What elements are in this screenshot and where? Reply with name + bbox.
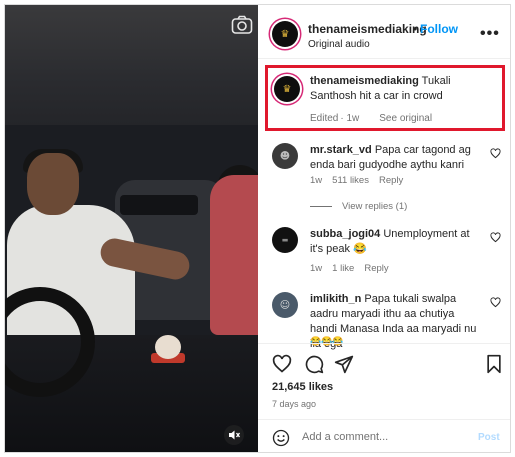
commenter-avatar[interactable]: ☺: [272, 292, 298, 318]
commenter-avatar[interactable]: ▬: [272, 227, 298, 253]
comment-age: 1w: [310, 175, 323, 186]
comment-meta: 1w 511 likes Reply: [310, 175, 413, 186]
commenter-avatar[interactable]: ☻: [272, 143, 298, 169]
comment-likes[interactable]: 1 like: [332, 263, 354, 274]
crown-logo-icon: ♛: [280, 28, 290, 40]
like-heart-icon[interactable]: [490, 148, 501, 159]
follow-button[interactable]: Follow: [420, 22, 458, 36]
comment-bubble-icon[interactable]: [304, 354, 324, 374]
author-username[interactable]: thenameismediaking: [308, 22, 427, 36]
user-photo-icon: ☺: [279, 299, 291, 311]
post-header: ♛ thenameismediaking • Follow Original a…: [258, 5, 510, 59]
reply-button[interactable]: Reply: [364, 263, 388, 274]
comment-username[interactable]: subba_jogi04: [310, 228, 380, 240]
like-heart-icon[interactable]: [272, 354, 292, 374]
caption-highlight: ♛ thenameismediaking Tukali Santhosh hit…: [265, 65, 505, 131]
user-photo-icon: ▬: [281, 236, 289, 244]
comment-text: mr.stark_vd Papa car tagond ag enda bari…: [310, 144, 471, 171]
audio-label[interactable]: Original audio: [308, 39, 370, 50]
caption-avatar[interactable]: ♛: [274, 76, 300, 102]
comment-likes[interactable]: 511 likes: [332, 175, 369, 186]
reel-video[interactable]: [5, 5, 258, 452]
save-bookmark-icon[interactable]: [484, 354, 504, 374]
share-paper-plane-icon[interactable]: [334, 354, 354, 374]
view-replies-button[interactable]: View replies (1): [310, 201, 407, 212]
post-timestamp[interactable]: 7 days ago: [272, 399, 316, 409]
comment-username[interactable]: imlikith_n: [310, 293, 361, 305]
reply-button[interactable]: Reply: [379, 175, 403, 186]
user-photo-icon: ☻: [279, 150, 291, 162]
like-heart-icon[interactable]: [490, 232, 501, 243]
more-options-icon[interactable]: •••: [480, 25, 500, 43]
comment-username[interactable]: mr.stark_vd: [310, 144, 372, 156]
comment-composer: Post: [258, 419, 510, 452]
edited-label: Edited · 1w: [310, 113, 360, 124]
post-modal: ♛ thenameismediaking • Follow Original a…: [4, 4, 511, 453]
comment-text: subba_jogi04 Unemployment at it's peak 😂: [310, 228, 470, 255]
caption-text: thenameismediaking Tukali Santhosh hit a…: [310, 74, 500, 104]
see-original-link[interactable]: See original: [379, 113, 432, 124]
audio-muted-icon[interactable]: [223, 425, 245, 445]
action-bar: [258, 343, 510, 383]
likes-count[interactable]: 21,645 likes: [272, 381, 333, 393]
emoji-picker-icon[interactable]: [272, 429, 290, 447]
comment-meta: 1w 1 like Reply: [310, 263, 399, 274]
like-heart-icon[interactable]: [490, 297, 501, 308]
add-comment-input[interactable]: [302, 428, 462, 446]
crown-logo-icon: ♛: [282, 83, 292, 95]
caption-meta: Edited · 1w See original: [310, 113, 442, 124]
post-details-panel: ♛ thenameismediaking • Follow Original a…: [258, 5, 510, 452]
header-separator: •: [413, 22, 418, 36]
camera-icon[interactable]: [231, 15, 253, 35]
caption-username[interactable]: thenameismediaking: [310, 75, 419, 87]
post-comment-button[interactable]: Post: [478, 432, 500, 443]
author-avatar[interactable]: ♛: [272, 21, 298, 47]
comment-age: 1w: [310, 263, 323, 274]
